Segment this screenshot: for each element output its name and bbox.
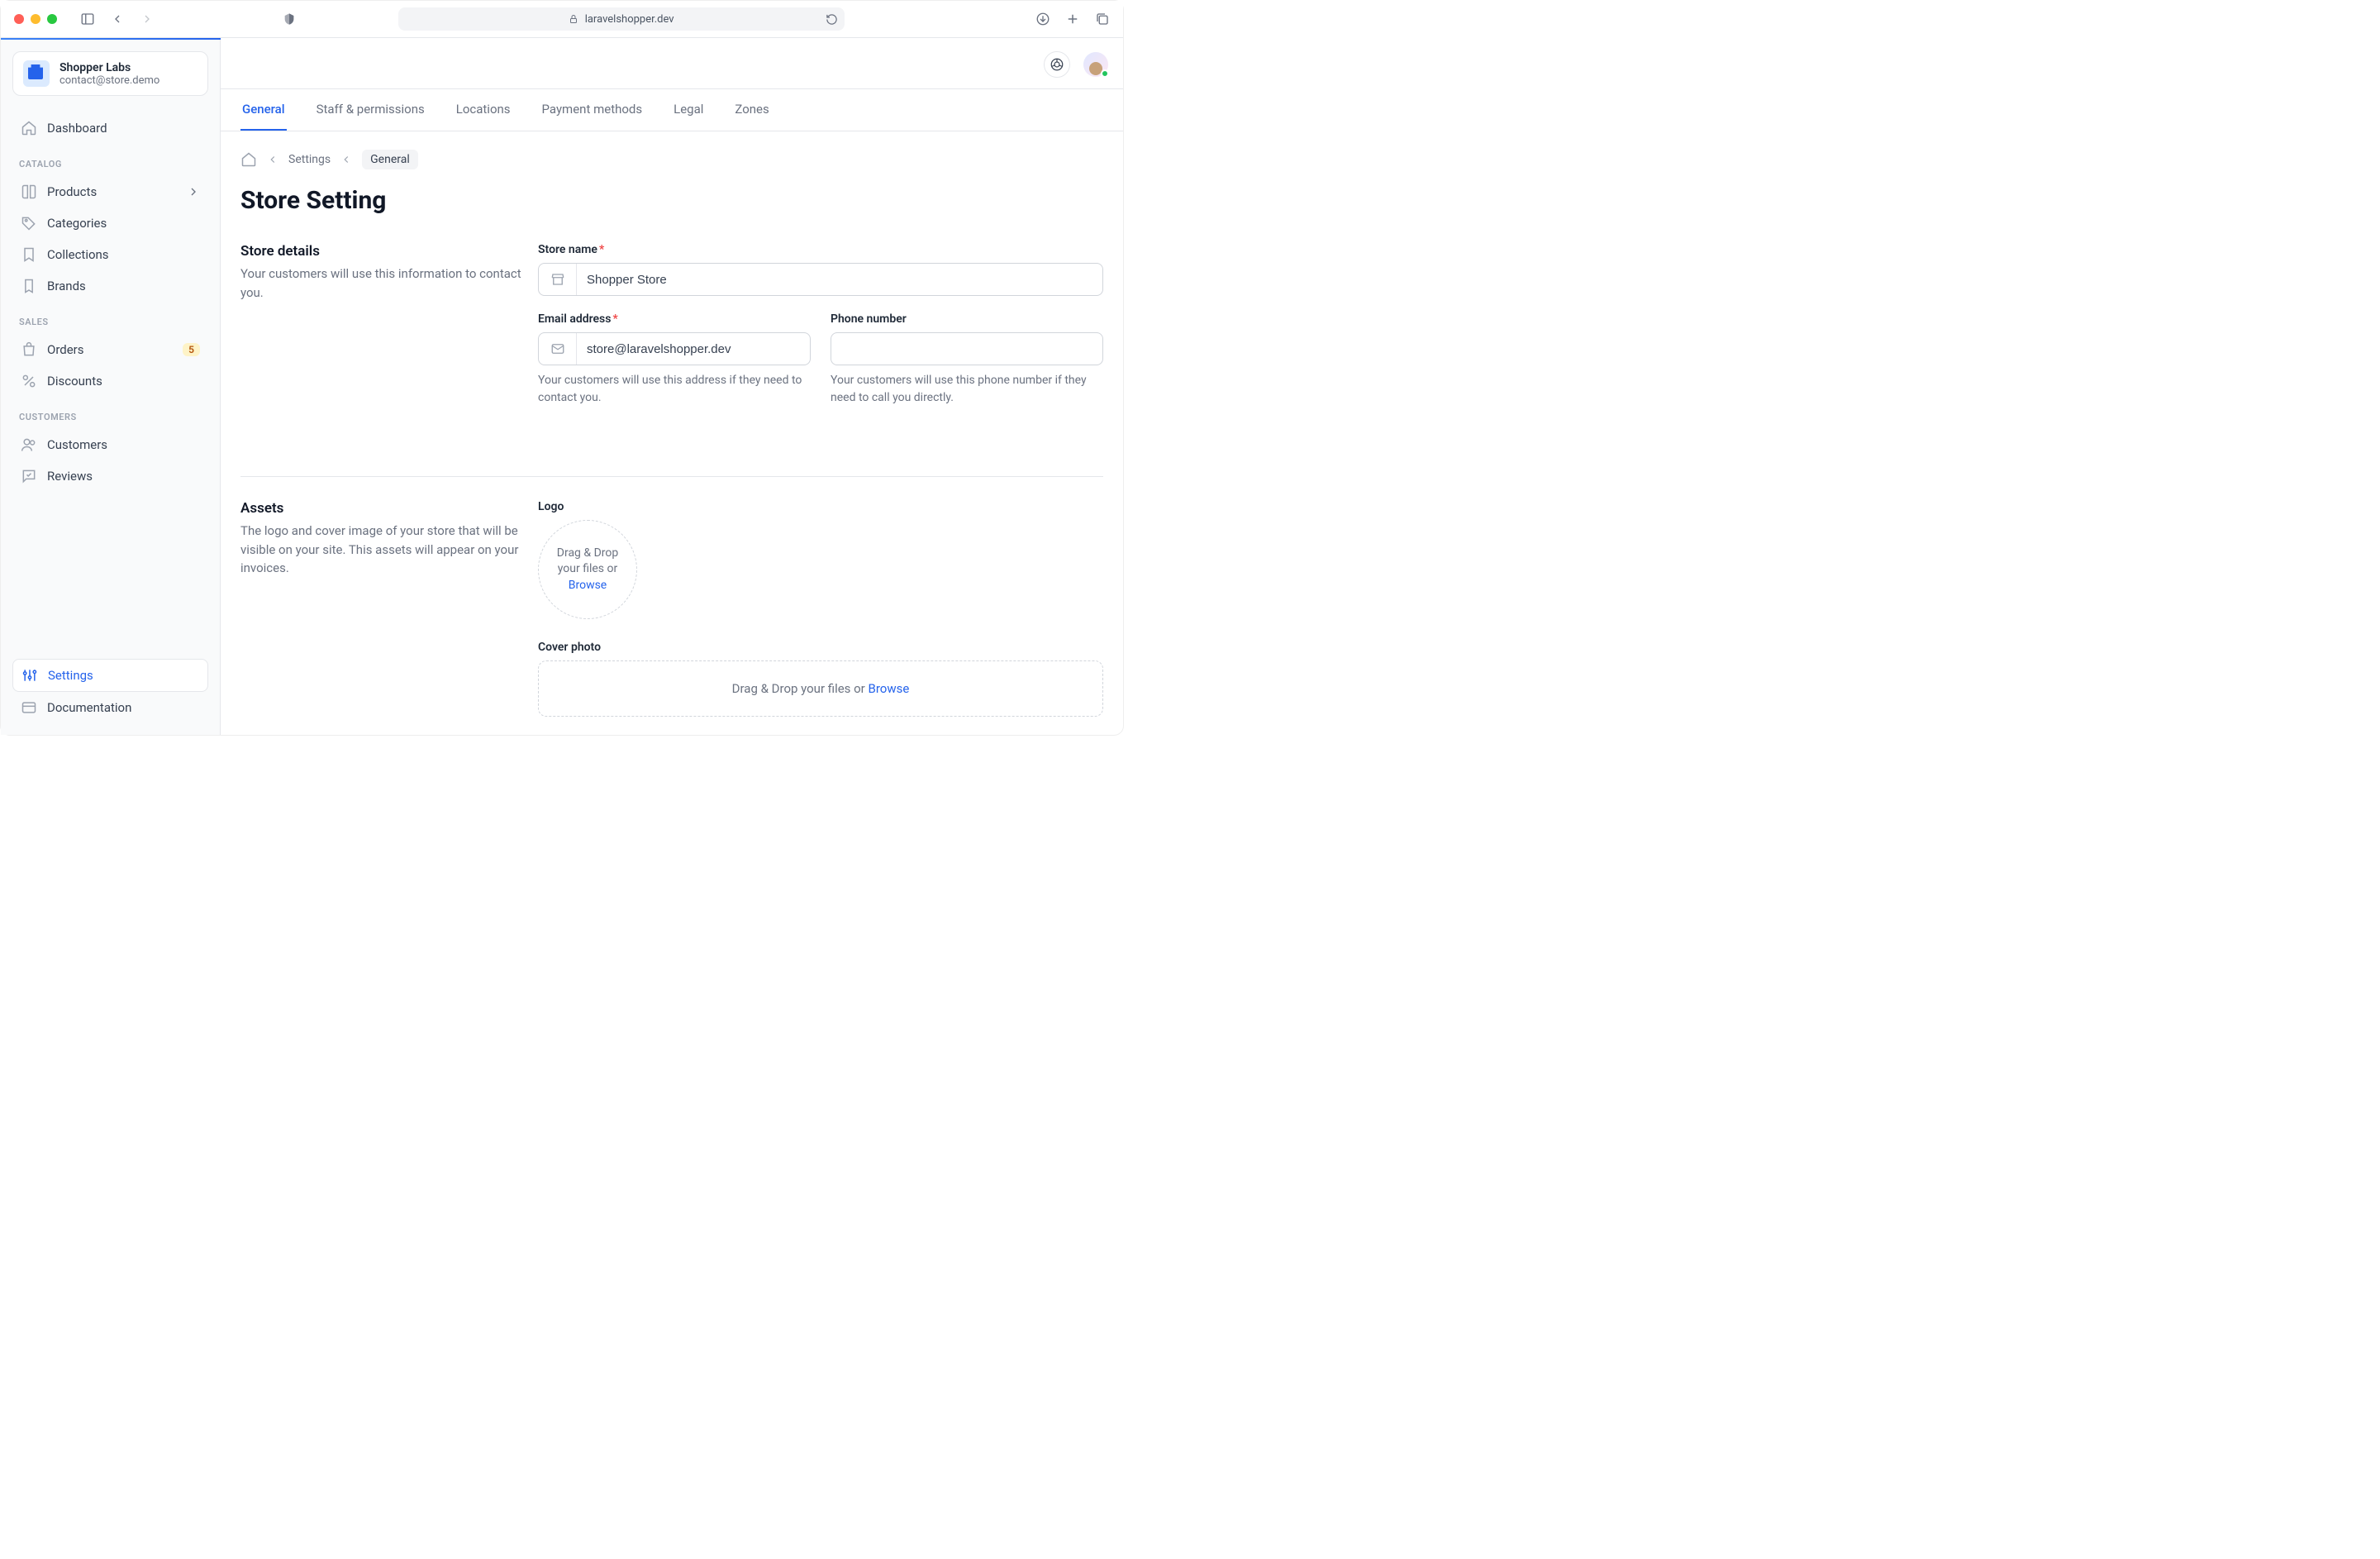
cover-dropzone[interactable]: Drag & Drop your files or Browse: [538, 660, 1103, 717]
topbar: [221, 40, 1123, 89]
chevron-left-icon: [340, 154, 352, 165]
phone-label: Phone number: [831, 312, 1103, 326]
minimize-window-button[interactable]: [31, 14, 40, 24]
chevron-right-icon: [187, 185, 200, 198]
window-controls: [14, 14, 57, 24]
tag-icon: [21, 215, 37, 231]
email-help: Your customers will use this address if …: [538, 372, 811, 407]
logo-dropzone[interactable]: Drag & Drop your files or Browse: [538, 520, 637, 619]
card-icon: [21, 699, 37, 716]
percent-icon: [21, 373, 37, 389]
bookmark-icon: [21, 246, 37, 263]
tabs-icon[interactable]: [1095, 12, 1110, 26]
users-icon: [21, 436, 37, 453]
bookmark-outline-icon: [21, 278, 37, 294]
new-tab-icon[interactable]: [1065, 12, 1080, 26]
reload-icon[interactable]: [826, 13, 838, 26]
org-logo-icon: [23, 60, 50, 87]
url-text: laravelshopper.dev: [585, 13, 674, 26]
store-name-label: Store name*: [538, 243, 1103, 256]
mail-icon: [539, 333, 577, 365]
org-email: contact@store.demo: [60, 74, 159, 87]
privacy-shield-icon[interactable]: [282, 12, 297, 26]
page-title: Store Setting: [240, 186, 1103, 215]
sidebar-item-products[interactable]: Products: [12, 176, 208, 207]
main-content: General Staff & permissions Locations Pa…: [221, 40, 1123, 735]
user-avatar[interactable]: [1083, 52, 1108, 77]
chat-icon: [21, 468, 37, 484]
sidebar-item-customers[interactable]: Customers: [12, 429, 208, 460]
forward-icon[interactable]: [140, 12, 155, 26]
section-assets: Assets The logo and cover image of your …: [240, 476, 1103, 735]
sidebar-item-collections[interactable]: Collections: [12, 239, 208, 270]
browse-link[interactable]: Browse: [569, 579, 607, 592]
sidebar-item-brands[interactable]: Brands: [12, 270, 208, 302]
email-input[interactable]: [577, 333, 810, 365]
book-icon: [21, 184, 37, 200]
presence-indicator: [1101, 69, 1109, 78]
breadcrumb-settings[interactable]: Settings: [288, 153, 331, 166]
logo-label: Logo: [538, 500, 1103, 513]
chevron-left-icon: [267, 154, 278, 165]
store-icon: [539, 264, 577, 295]
org-card[interactable]: Shopper Labs contact@store.demo: [12, 51, 208, 96]
sidebar: Shopper Labs contact@store.demo Dashboar…: [1, 40, 221, 735]
close-window-button[interactable]: [14, 14, 24, 24]
sidebar-toggle-icon[interactable]: [80, 12, 95, 26]
browser-chrome: laravelshopper.dev: [1, 1, 1123, 38]
section-store-details: Store details Your customers will use th…: [240, 243, 1103, 448]
tab-staff[interactable]: Staff & permissions: [315, 89, 426, 131]
org-name: Shopper Labs: [60, 61, 159, 74]
section-heading: Assets: [240, 500, 521, 517]
section-desc: The logo and cover image of your store t…: [240, 522, 521, 578]
cover-label: Cover photo: [538, 641, 1103, 654]
tab-legal[interactable]: Legal: [672, 89, 705, 131]
phone-help: Your customers will use this phone numbe…: [831, 372, 1103, 407]
email-label: Email address*: [538, 312, 811, 326]
breadcrumb-home-icon[interactable]: [240, 151, 257, 168]
sliders-icon: [21, 667, 38, 684]
sidebar-item-discounts[interactable]: Discounts: [12, 365, 208, 397]
url-bar[interactable]: laravelshopper.dev: [398, 7, 845, 31]
section-label-sales: SALES: [19, 317, 202, 327]
sidebar-item-reviews[interactable]: Reviews: [12, 460, 208, 492]
section-heading: Store details: [240, 243, 521, 260]
sidebar-item-dashboard[interactable]: Dashboard: [12, 112, 208, 144]
sidebar-item-categories[interactable]: Categories: [12, 207, 208, 239]
downloads-icon[interactable]: [1035, 12, 1050, 26]
back-icon[interactable]: [110, 12, 125, 26]
lock-icon: [569, 14, 578, 24]
section-label-catalog: CATALOG: [19, 159, 202, 169]
tab-zones[interactable]: Zones: [733, 89, 770, 131]
tab-general[interactable]: General: [240, 89, 287, 131]
store-name-input[interactable]: [577, 264, 1102, 295]
breadcrumb-current: General: [362, 150, 418, 169]
home-icon: [21, 120, 37, 136]
phone-input[interactable]: [831, 333, 1102, 365]
orders-count-badge: 5: [183, 343, 200, 356]
sidebar-nav: Dashboard CATALOG Products Categories Co…: [12, 112, 208, 652]
browser-logo-icon[interactable]: [1044, 51, 1070, 78]
maximize-window-button[interactable]: [47, 14, 57, 24]
tab-locations[interactable]: Locations: [455, 89, 512, 131]
breadcrumb: Settings General: [240, 150, 1103, 169]
bag-icon: [21, 341, 37, 358]
section-label-customers: CUSTOMERS: [19, 412, 202, 422]
tab-payment[interactable]: Payment methods: [540, 89, 645, 131]
sidebar-item-orders[interactable]: Orders 5: [12, 334, 208, 365]
sidebar-item-documentation[interactable]: Documentation: [12, 692, 208, 723]
browse-link[interactable]: Browse: [869, 681, 910, 696]
settings-tabs: General Staff & permissions Locations Pa…: [221, 89, 1123, 131]
section-desc: Your customers will use this information…: [240, 265, 521, 302]
sidebar-item-settings[interactable]: Settings: [12, 659, 208, 692]
